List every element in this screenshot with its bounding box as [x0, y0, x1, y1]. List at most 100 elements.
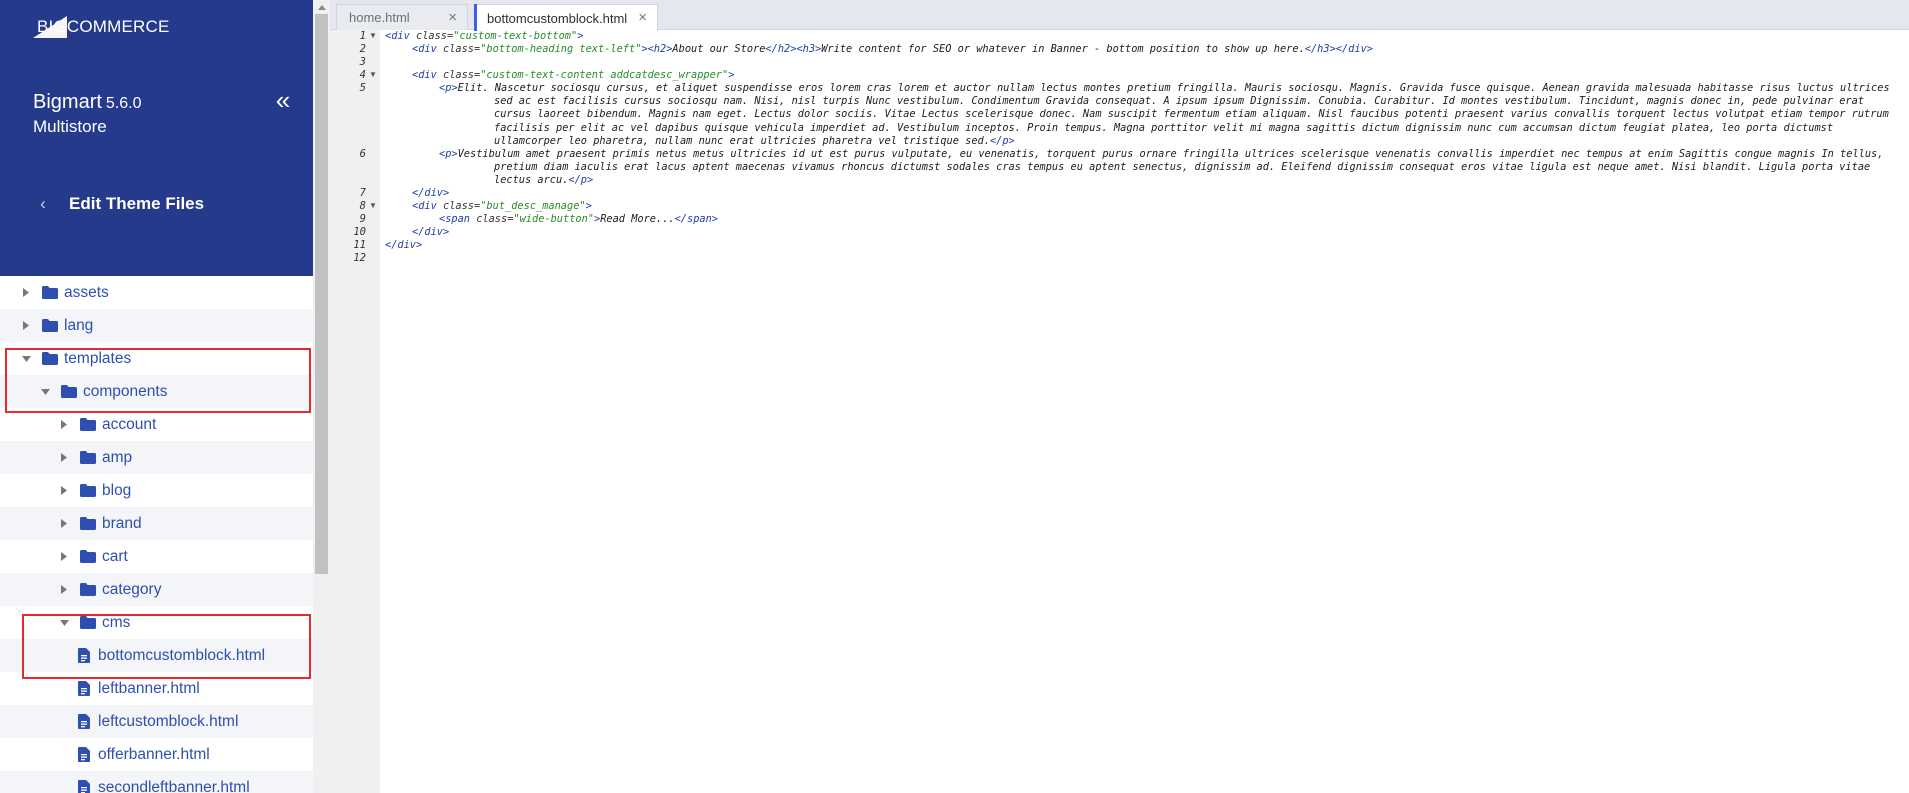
- tree-item-label: cart: [102, 547, 128, 565]
- chevron-left-icon: ‹: [40, 194, 46, 213]
- code-line-2: <div class="bottom-heading text-left"><h…: [412, 43, 1373, 55]
- caret-right-icon[interactable]: [58, 419, 70, 431]
- tree-item-label: secondleftbanner.html: [98, 778, 250, 793]
- caret-down-icon[interactable]: [58, 617, 70, 629]
- code-line-1: <div class="custom-text-bottom">: [385, 30, 584, 42]
- sidebar-scrollbar[interactable]: [313, 0, 330, 793]
- caret-right-icon[interactable]: [58, 485, 70, 497]
- close-icon[interactable]: ×: [448, 9, 457, 26]
- fold-arrow-icon[interactable]: ▼: [369, 31, 377, 40]
- scroll-up-arrow-icon[interactable]: [313, 0, 330, 14]
- file-icon: [78, 648, 90, 663]
- file-icon: [78, 681, 90, 696]
- tree-item-label: cms: [102, 613, 131, 631]
- tree-folder-blog[interactable]: blog: [0, 474, 313, 507]
- folder-icon: [61, 385, 77, 398]
- tab-bottomcustomblock-html[interactable]: bottomcustomblock.html ×: [474, 4, 658, 31]
- line-number: 11: [353, 239, 366, 251]
- tree-folder-brand[interactable]: brand: [0, 507, 313, 540]
- file-icon: [78, 747, 90, 762]
- caret-right-icon[interactable]: [58, 551, 70, 563]
- caret-down-icon[interactable]: [20, 353, 32, 365]
- tree-item-label: bottomcustomblock.html: [98, 646, 266, 664]
- code-line-9: <span class="wide-button">Read More...</…: [439, 213, 719, 225]
- store-version: 5.6.0: [105, 95, 142, 112]
- tree-folder-cart[interactable]: cart: [0, 540, 313, 573]
- close-icon[interactable]: ×: [638, 9, 647, 26]
- fold-arrow-icon[interactable]: ▼: [369, 70, 377, 79]
- line-number: 8: [359, 200, 366, 212]
- code-line-11: </div>: [385, 239, 423, 251]
- tree-folder-lang[interactable]: lang: [0, 309, 313, 342]
- folder-icon: [80, 616, 96, 629]
- store-title: Bigmart 5.6.0: [33, 90, 142, 116]
- tree-file-leftbanner-html[interactable]: leftbanner.html: [0, 672, 313, 705]
- tree-item-label: leftcustomblock.html: [98, 712, 239, 730]
- line-number: 3: [359, 56, 366, 68]
- caret-right-icon[interactable]: [58, 518, 70, 530]
- tree-folder-category[interactable]: category: [0, 573, 313, 606]
- tree-file-bottomcustomblock-html[interactable]: bottomcustomblock.html: [0, 639, 313, 672]
- bigcommerce-logo[interactable]: BIGCOMMERCE: [33, 14, 170, 40]
- folder-icon: [80, 484, 96, 497]
- tree-item-label: brand: [102, 514, 142, 532]
- code-line-7: </div>: [412, 187, 450, 199]
- tab-label: bottomcustomblock.html: [487, 10, 628, 26]
- tree-item-label: lang: [64, 316, 94, 334]
- line-number: 12: [353, 252, 366, 264]
- line-number: 5: [359, 82, 366, 94]
- sidebar: BIGCOMMERCE Bigmart 5.6.0 Multistore « ‹ …: [0, 0, 313, 793]
- file-icon: [78, 780, 90, 793]
- file-tree: assets lang templates components account amp b…: [0, 276, 313, 793]
- folder-icon: [80, 550, 96, 563]
- edit-theme-files-back-button[interactable]: ‹ Edit Theme Files: [33, 194, 204, 214]
- tree-item-label: account: [102, 415, 157, 433]
- folder-icon: [80, 517, 96, 530]
- line-number: 9: [359, 213, 366, 225]
- folder-icon: [80, 451, 96, 464]
- tree-item-label: amp: [102, 448, 133, 466]
- brand-logo-text: BIGCOMMERCE: [37, 17, 170, 36]
- tree-folder-amp[interactable]: amp: [0, 441, 313, 474]
- tree-item-label: blog: [102, 481, 132, 499]
- tab-home-html[interactable]: home.html ×: [336, 4, 468, 30]
- file-icon: [78, 714, 90, 729]
- folder-icon: [80, 418, 96, 431]
- tree-item-label: category: [102, 580, 162, 598]
- caret-right-icon[interactable]: [58, 452, 70, 464]
- line-number: 1: [359, 30, 366, 42]
- tree-folder-templates[interactable]: templates: [0, 342, 313, 375]
- code-editor: home.html × bottomcustomblock.html × 1 ▼…: [330, 0, 1909, 793]
- caret-right-icon[interactable]: [58, 584, 70, 596]
- code-line-8: <div class="but_desc_manage">: [412, 200, 592, 212]
- store-name: Bigmart: [33, 91, 102, 113]
- folder-icon: [80, 583, 96, 596]
- scrollbar-thumb[interactable]: [315, 14, 328, 574]
- tree-folder-components[interactable]: components: [0, 375, 313, 408]
- tree-item-label: leftbanner.html: [98, 679, 200, 697]
- folder-icon: [42, 352, 58, 365]
- tree-folder-assets[interactable]: assets: [0, 276, 313, 309]
- tree-file-offerbanner-html[interactable]: offerbanner.html: [0, 738, 313, 771]
- fold-arrow-icon[interactable]: ▼: [369, 201, 377, 210]
- line-number: 6: [359, 148, 366, 160]
- line-number: 7: [359, 187, 366, 199]
- folder-icon: [42, 286, 58, 299]
- code-line-6: <p>Vestibulum amet praesent primis netus…: [439, 148, 1884, 187]
- caret-right-icon[interactable]: [20, 287, 32, 299]
- code-line-10: </div>: [412, 226, 450, 238]
- caret-right-icon[interactable]: [20, 320, 32, 332]
- caret-down-icon[interactable]: [39, 386, 51, 398]
- edit-theme-files-label: Edit Theme Files: [69, 194, 205, 213]
- code-line-5: <p>Elit. Nascetur sociosqu cursus, et al…: [439, 82, 1890, 147]
- tree-file-leftcustomblock-html[interactable]: leftcustomblock.html: [0, 705, 313, 738]
- line-number: 2: [359, 43, 366, 55]
- tab-label: home.html: [349, 10, 410, 25]
- tree-file-secondleftbanner-html[interactable]: secondleftbanner.html: [0, 771, 313, 793]
- tree-item-label: offerbanner.html: [98, 745, 210, 763]
- tree-folder-cms[interactable]: cms: [0, 606, 313, 639]
- collapse-sidebar-button[interactable]: «: [271, 86, 295, 116]
- sidebar-header: BIGCOMMERCE Bigmart 5.6.0 Multistore « ‹ …: [0, 0, 313, 276]
- tree-folder-account[interactable]: account: [0, 408, 313, 441]
- tab-bar: home.html × bottomcustomblock.html ×: [330, 0, 1909, 31]
